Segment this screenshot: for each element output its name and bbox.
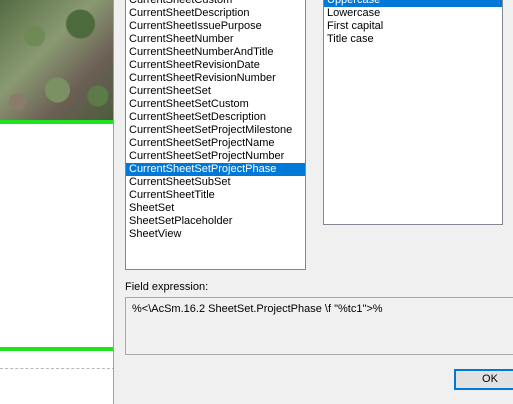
field-name-item[interactable]: CurrentSheetRevisionNumber	[126, 72, 305, 85]
field-names-items: CurrentSheetCustom CurrentSheetDescriptio…	[126, 0, 305, 241]
field-expression-text: %<\AcSm.16.2 SheetSet.ProjectPhase \f "%…	[132, 303, 383, 315]
field-name-item[interactable]: CurrentSheetDescription	[126, 7, 305, 20]
field-name-item[interactable]: CurrentSheetSetCustom	[126, 98, 305, 111]
field-name-item[interactable]: CurrentSheetSetProjectName	[126, 137, 305, 150]
format-list[interactable]: Uppercase Lowercase First capital Title cas…	[323, 0, 503, 225]
format-item[interactable]: First capital	[324, 20, 502, 33]
field-name-item[interactable]: CurrentSheetSetProjectMilestone	[126, 124, 305, 137]
drawing-canvas	[0, 0, 115, 404]
format-item[interactable]: Lowercase	[324, 7, 502, 20]
field-expression-box: %<\AcSm.16.2 SheetSet.ProjectPhase \f "%…	[125, 297, 513, 355]
field-name-item[interactable]: CurrentSheetCustom	[126, 0, 305, 7]
field-expression-label: Field expression:	[125, 281, 209, 293]
format-item[interactable]: Uppercase	[324, 0, 502, 7]
field-name-item[interactable]: CurrentSheetIssuePurpose	[126, 20, 305, 33]
green-boundary-line	[0, 120, 115, 124]
field-name-item[interactable]: CurrentSheetSetProjectNumber	[126, 150, 305, 163]
field-name-item[interactable]: CurrentSheetSetProjectPhase	[126, 163, 305, 176]
field-name-item[interactable]: CurrentSheetRevisionDate	[126, 59, 305, 72]
field-name-item[interactable]: CurrentSheetTitle	[126, 189, 305, 202]
aerial-photo-image	[0, 0, 115, 120]
field-name-item[interactable]: CurrentSheetNumberAndTitle	[126, 46, 305, 59]
field-name-item[interactable]: CurrentSheetSubSet	[126, 176, 305, 189]
green-boundary-line	[0, 347, 115, 351]
field-dialog: CurrentSheetCustom CurrentSheetDescriptio…	[113, 0, 513, 404]
ok-button[interactable]: OK	[454, 369, 513, 390]
field-names-list[interactable]: CurrentSheetCustom CurrentSheetDescriptio…	[125, 0, 306, 270]
field-name-item[interactable]: SheetSet	[126, 202, 305, 215]
format-item[interactable]: Title case	[324, 33, 502, 46]
field-name-item[interactable]: CurrentSheetSetDescription	[126, 111, 305, 124]
field-name-item[interactable]: CurrentSheetNumber	[126, 33, 305, 46]
field-name-item[interactable]: CurrentSheetSet	[126, 85, 305, 98]
field-name-item[interactable]: SheetView	[126, 228, 305, 241]
field-name-item[interactable]: SheetSetPlaceholder	[126, 215, 305, 228]
format-items: Uppercase Lowercase First capital Title cas…	[324, 0, 502, 46]
dashed-line	[0, 368, 115, 369]
